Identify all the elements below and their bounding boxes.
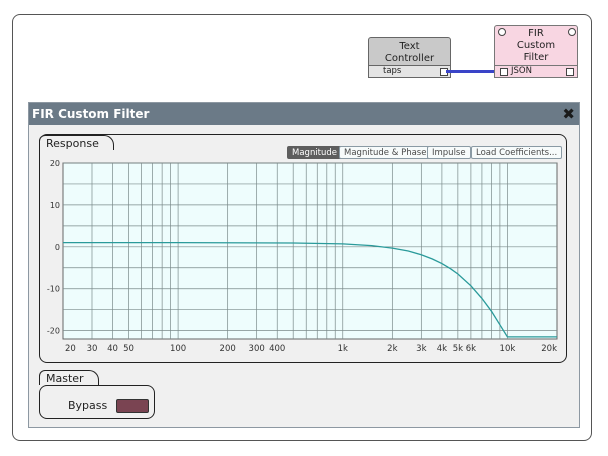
y-tick-label: -20 — [47, 327, 60, 336]
x-tick-label: 50 — [123, 344, 134, 354]
fir-filter-panel: FIR Custom Filter ✖ Response Magnitude M… — [28, 102, 580, 428]
fir-output-pin[interactable] — [566, 68, 574, 76]
response-group-label: Response — [39, 135, 114, 150]
fir-filter-block[interactable]: FIR Custom Filter — [494, 25, 578, 66]
x-tick-label: 5k — [453, 344, 463, 354]
fir-top-right-pin[interactable] — [568, 28, 576, 36]
json-port-label: JSON — [511, 66, 532, 76]
x-tick-label: 30 — [87, 344, 98, 354]
x-tick-label: 3k — [416, 344, 426, 354]
y-tick-label: 10 — [50, 201, 60, 210]
x-tick-label: 300 — [249, 344, 265, 354]
close-icon[interactable]: ✖ — [562, 103, 575, 125]
plot-area — [62, 162, 558, 340]
connection-wire[interactable] — [446, 70, 500, 73]
y-tick-label: 20 — [50, 159, 60, 168]
x-tick-label: 4k — [437, 344, 447, 354]
panel-titlebar[interactable]: FIR Custom Filter ✖ — [29, 103, 579, 125]
x-tick-label: 100 — [170, 344, 186, 354]
magnitude-response-chart[interactable]: 20100-10-2020 30 40 50 100 200 300 400 1k 2k 3k 4k 5… — [33, 159, 561, 359]
text-controller-title: Text Controller — [384, 41, 435, 64]
magnitude-phase-button[interactable]: Magnitude & Phase — [339, 146, 432, 159]
x-tick-label: 200 — [220, 344, 236, 354]
text-controller-block[interactable]: Text Controller — [368, 37, 451, 66]
json-input-pin[interactable] — [500, 68, 508, 76]
y-tick-label: -10 — [47, 285, 60, 294]
x-tick-label: 400 — [269, 344, 285, 354]
taps-port-label: taps — [383, 66, 402, 76]
x-tick-label: 2k — [387, 344, 397, 354]
x-tick-label: 6k — [466, 344, 476, 354]
y-tick-label: 0 — [55, 243, 60, 252]
x-tick-label: 40 — [107, 344, 118, 354]
load-coefficients-button[interactable]: Load Coefficients... — [471, 146, 563, 159]
fir-top-left-pin[interactable] — [498, 28, 506, 36]
x-tick-label: 10k — [500, 344, 516, 354]
x-tick-label: 20 — [65, 344, 76, 354]
x-tick-label: 1k — [338, 344, 348, 354]
master-group-label: Master — [39, 370, 99, 385]
bypass-label: Bypass — [68, 399, 108, 412]
fir-block-title: FIR Custom Filter — [516, 28, 556, 63]
magnitude-button[interactable]: Magnitude — [287, 146, 343, 159]
x-tick-label: 20k — [541, 344, 557, 354]
text-controller-port-row: taps — [368, 66, 451, 78]
impulse-button[interactable]: Impulse — [427, 146, 471, 159]
panel-title: FIR Custom Filter — [32, 107, 150, 121]
bypass-toggle[interactable] — [116, 399, 149, 413]
